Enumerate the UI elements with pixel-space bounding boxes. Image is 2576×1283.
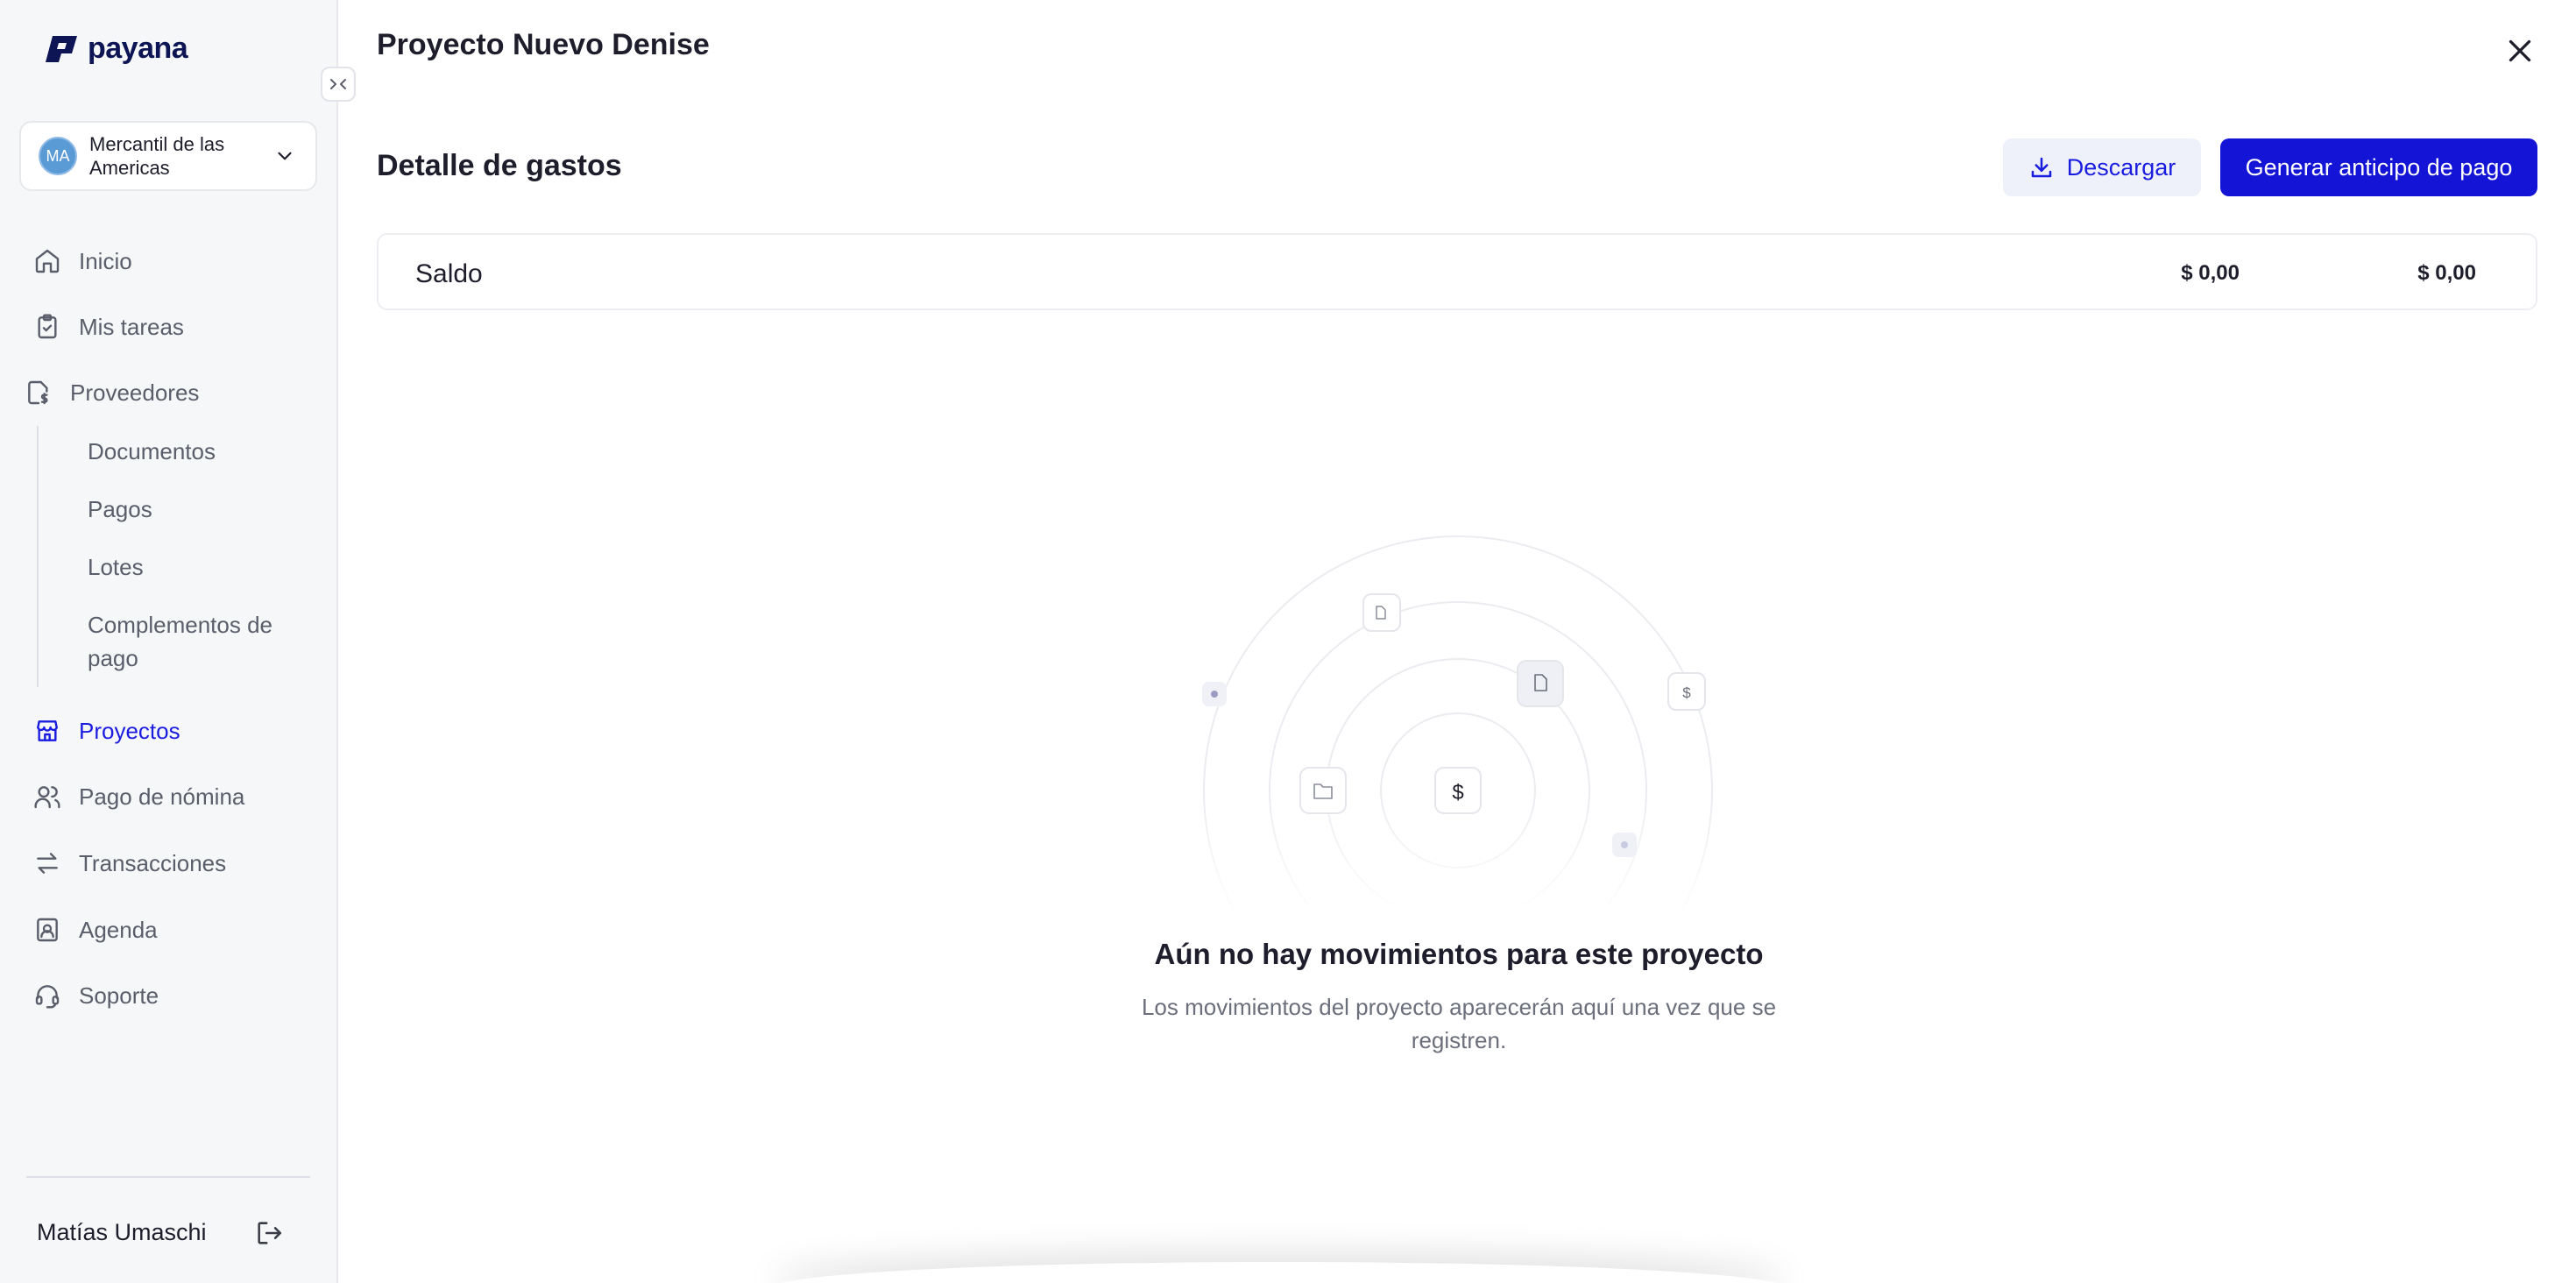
saldo-label: Saldo	[415, 259, 483, 288]
dot-decoration	[1211, 691, 1218, 698]
nav-item-inicio[interactable]: Inicio	[33, 247, 132, 275]
document-icon	[1517, 660, 1564, 707]
logout-icon[interactable]	[254, 1218, 284, 1248]
nav-label: Agenda	[79, 916, 158, 943]
nav-label: Pago de nómina	[79, 783, 245, 810]
invoice-dollar-icon	[28, 380, 48, 405]
nav-label: Inicio	[79, 247, 132, 274]
saldo-value-1: $ 0,00	[2181, 261, 2240, 285]
saldo-value-2: $ 0,00	[2417, 261, 2476, 285]
center-symbol: $	[1452, 781, 1463, 805]
nav-label: Mis tareas	[79, 313, 184, 340]
bottom-sheet-shadow	[771, 1262, 1787, 1283]
collapse-sidebar-button[interactable]	[321, 67, 356, 102]
store-icon	[37, 720, 58, 741]
nav-item-transacciones[interactable]: Transacciones	[33, 849, 226, 877]
page-title: Proyecto Nuevo Denise	[377, 28, 710, 61]
download-button-label: Descargar	[2066, 153, 2176, 181]
nav-item-pago-nomina[interactable]: Pago de nómina	[33, 783, 244, 811]
small-document-icon	[1362, 593, 1401, 632]
user-name: Matías Umaschi	[37, 1219, 207, 1245]
orbit-symbol: $	[1682, 684, 1691, 701]
nav-label: Proveedores	[70, 379, 200, 406]
nav-item-mis-tareas[interactable]: Mis tareas	[33, 313, 184, 341]
folder-icon	[1299, 767, 1347, 814]
empty-state-description: Los movimientos del proyecto aparecerán …	[1141, 994, 1777, 1053]
contact-book-icon	[37, 918, 58, 942]
headset-icon	[35, 985, 60, 1009]
nav-subitem-pagos[interactable]: Pagos	[88, 493, 298, 526]
close-icon[interactable]	[2504, 35, 2536, 67]
empty-state-title: Aún no hay movimientos para este proyect…	[1154, 938, 1764, 970]
arrows-swap-icon	[37, 853, 58, 874]
nav-subitem-documentos[interactable]: Documentos	[88, 435, 298, 468]
saldo-row: Saldo $ 0,00 $ 0,00	[377, 233, 2537, 310]
sidebar: payana MA Mercantil de las Americas Inic…	[0, 0, 356, 1283]
chevron-down-icon	[278, 152, 292, 160]
nav-label: Transacciones	[79, 849, 227, 876]
payana-logo-icon	[46, 35, 77, 62]
org-avatar: MA	[39, 137, 77, 175]
org-name: Mercantil de las Americas	[89, 133, 225, 179]
empty-state-illustration: $ $	[1192, 522, 1726, 960]
nav-label: Proyectos	[79, 717, 180, 744]
nav-item-soporte[interactable]: Soporte	[33, 982, 159, 1010]
nav-item-agenda[interactable]: Agenda	[33, 916, 158, 944]
generate-advance-button[interactable]: Generar anticipo de pago	[2220, 138, 2537, 196]
clipboard-check-icon	[38, 314, 57, 339]
nav-subitem-complementos[interactable]: Complementos de pago	[88, 608, 298, 675]
brand-logo[interactable]: payana	[44, 32, 188, 66]
dot-decoration	[1621, 841, 1628, 848]
users-icon	[34, 786, 60, 809]
organization-selector[interactable]: MA Mercantil de las Americas	[19, 121, 317, 191]
collapse-icon	[330, 79, 346, 89]
subnav-line	[37, 426, 39, 687]
sidebar-divider	[26, 1176, 310, 1178]
nav-item-proyectos[interactable]: Proyectos	[33, 717, 180, 745]
home-icon	[35, 249, 60, 273]
nav-item-proveedores[interactable]: Proveedores	[25, 379, 199, 407]
brand-name: payana	[88, 32, 188, 65]
download-icon	[2031, 157, 2051, 178]
small-dollar-icon: $	[1667, 672, 1706, 711]
section-title: Detalle de gastos	[377, 149, 622, 182]
nav-subitem-lotes[interactable]: Lotes	[88, 550, 298, 584]
dollar-center-icon: $	[1434, 767, 1482, 814]
nav-label: Soporte	[79, 982, 159, 1009]
download-button[interactable]: Descargar	[2003, 138, 2201, 196]
